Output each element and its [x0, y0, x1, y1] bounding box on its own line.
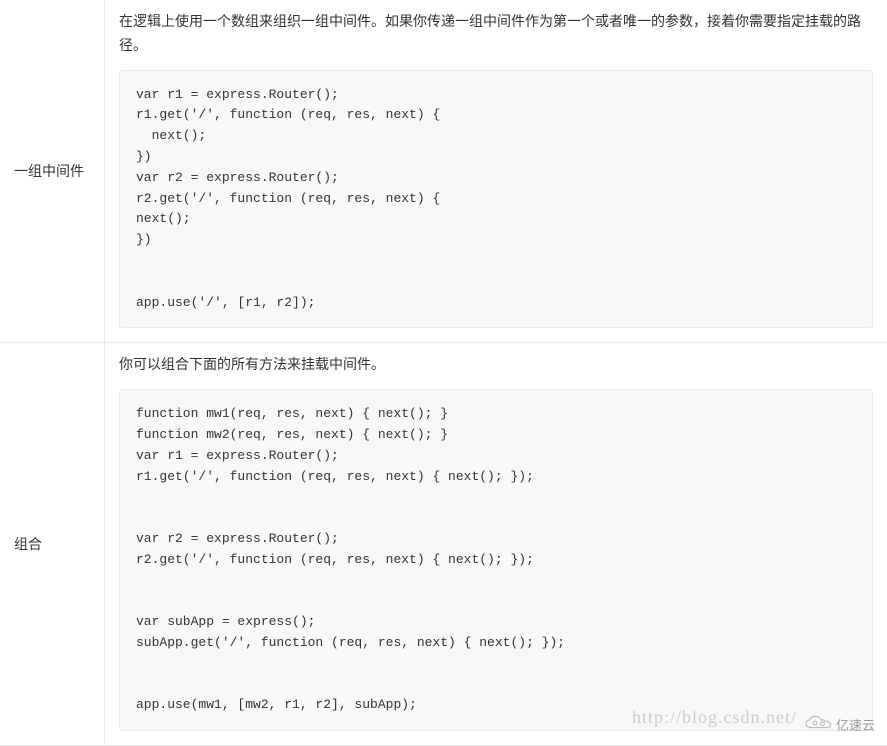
label-text: 一组中间件: [14, 161, 84, 181]
row-label: 一组中间件: [0, 0, 105, 342]
description-text: 你可以组合下面的所有方法来挂载中间件。: [105, 343, 887, 381]
table-row: 组合 你可以组合下面的所有方法来挂载中间件。 function mw1(req,…: [0, 343, 887, 746]
description-text: 在逻辑上使用一个数组来组织一组中间件。如果你传递一组中间件作为第一个或者唯一的参…: [105, 0, 887, 62]
row-content: 在逻辑上使用一个数组来组织一组中间件。如果你传递一组中间件作为第一个或者唯一的参…: [105, 0, 887, 342]
document-container: 一组中间件 在逻辑上使用一个数组来组织一组中间件。如果你传递一组中间件作为第一个…: [0, 0, 887, 746]
row-label: 组合: [0, 343, 105, 745]
label-text: 组合: [14, 534, 42, 554]
code-block: function mw1(req, res, next) { next(); }…: [119, 389, 873, 731]
table-row: 一组中间件 在逻辑上使用一个数组来组织一组中间件。如果你传递一组中间件作为第一个…: [0, 0, 887, 343]
row-content: 你可以组合下面的所有方法来挂载中间件。 function mw1(req, re…: [105, 343, 887, 745]
code-block: var r1 = express.Router(); r1.get('/', f…: [119, 70, 873, 329]
